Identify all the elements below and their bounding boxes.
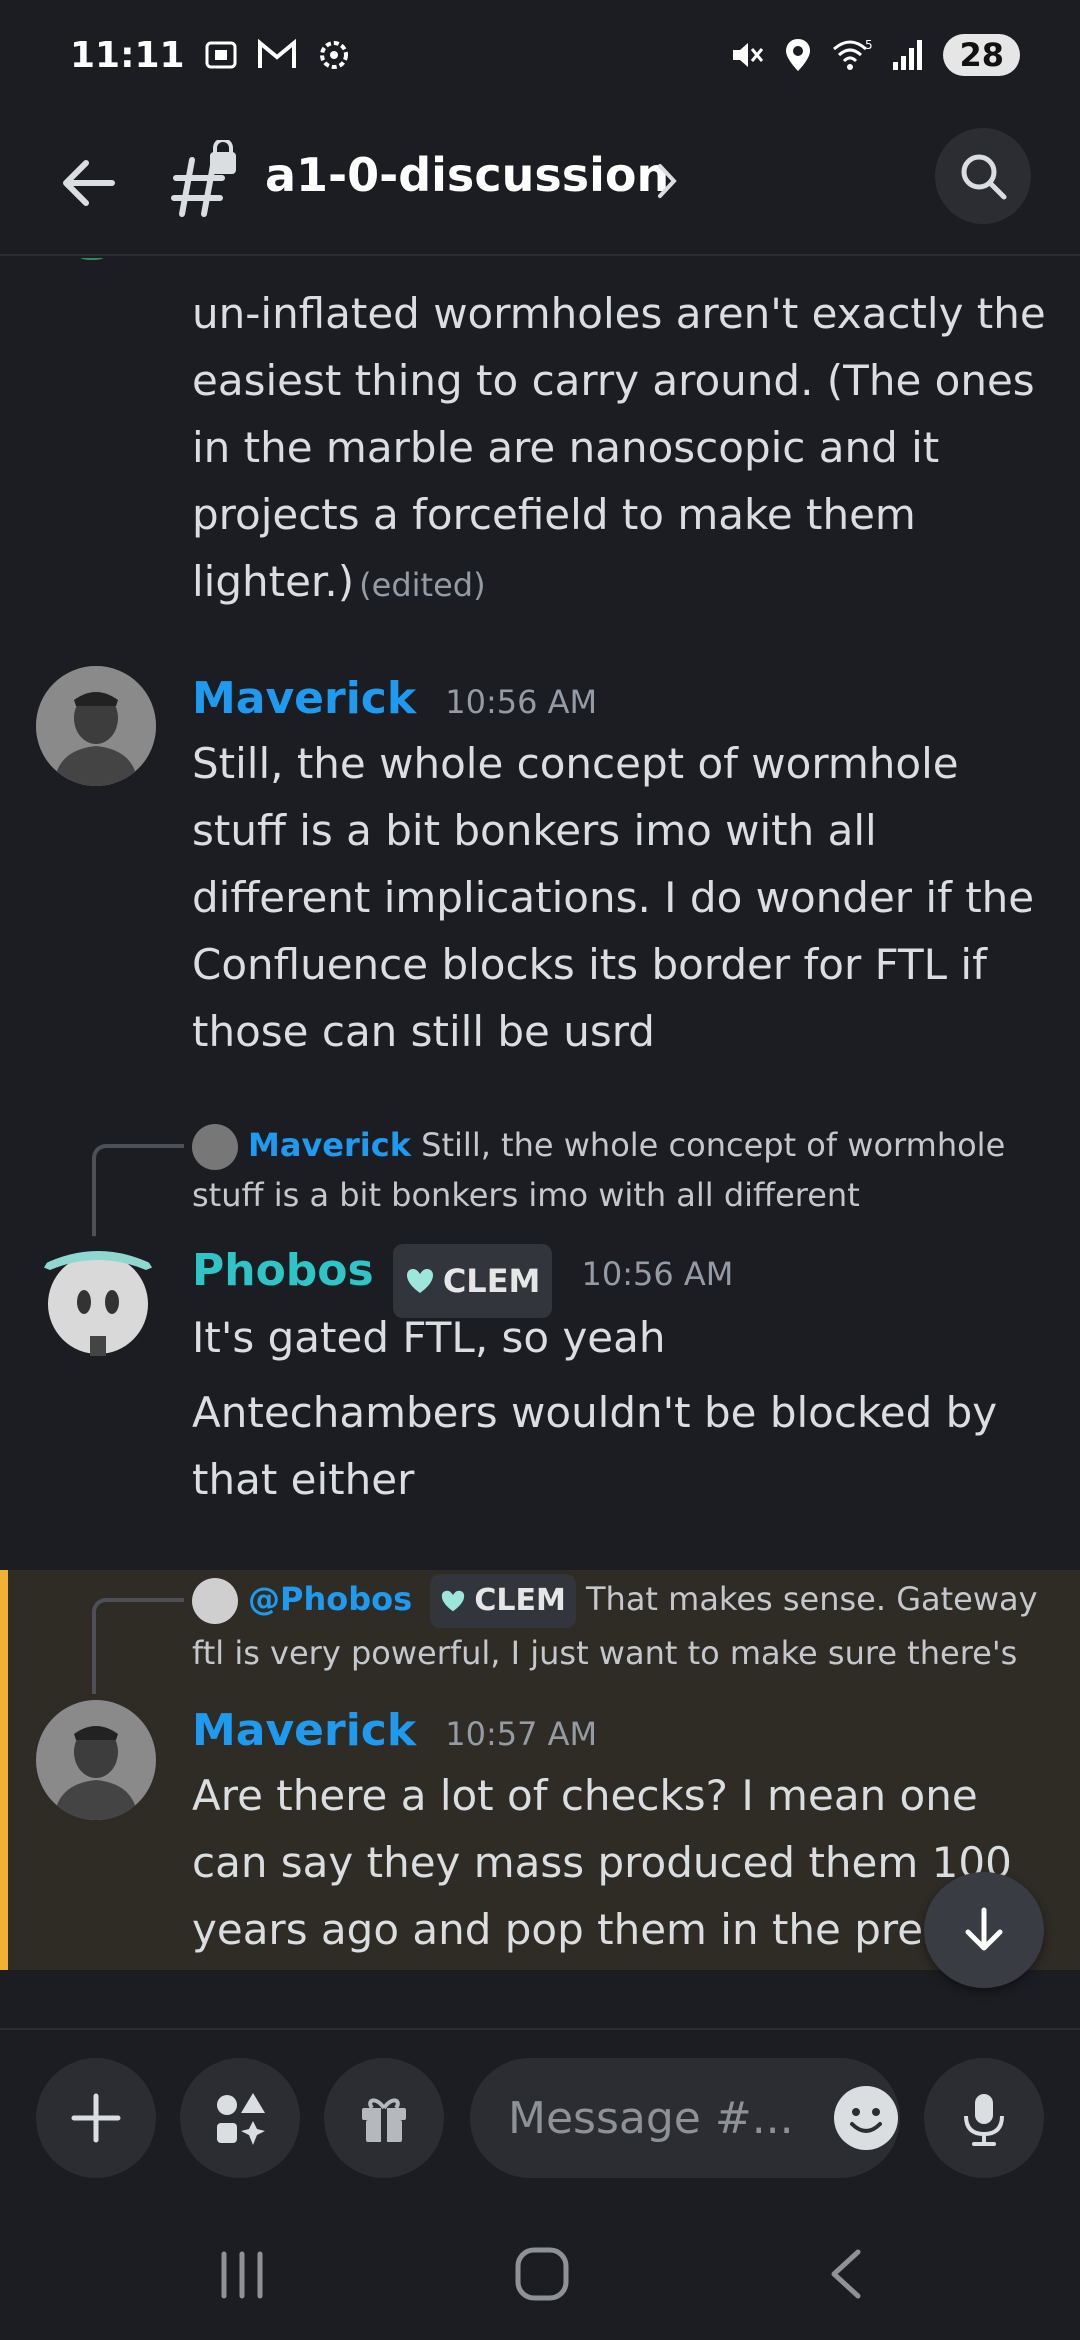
gift-button[interactable] (324, 2058, 444, 2178)
add-attachment-button[interactable] (36, 2058, 156, 2178)
reply-avatar (192, 1124, 238, 1170)
avatar-partial (72, 258, 112, 260)
avatar[interactable] (36, 1700, 156, 1820)
gmail-icon (257, 39, 296, 68)
status-time: 11:11 (70, 34, 185, 76)
system-nav-bar (0, 2208, 1080, 2340)
message-timestamp: 10:56 AM (445, 683, 598, 721)
reply-text-line1: Still, the whole concept of wormhole (421, 1126, 1006, 1164)
reply-author[interactable]: Maverick (248, 1126, 411, 1164)
reply-text-line1: That makes sense. Gateway (585, 1580, 1038, 1618)
plus-icon (71, 2093, 121, 2143)
screenshot-icon (205, 41, 237, 69)
message-timestamp: 10:56 AM (581, 1255, 734, 1293)
reply-avatar (192, 1578, 238, 1624)
edited-label: (edited) (359, 566, 486, 604)
message[interactable]: Maverick 10:56 AM Still, the whole conce… (192, 668, 1052, 1065)
message-text: Are there a lot of checks? I mean one ca… (192, 1771, 1012, 1954)
message-text: Still, the whole concept of wormhole stu… (192, 739, 1035, 1056)
microphone-icon (964, 2094, 1004, 2146)
status-bar: 11:11 5 28 (0, 0, 1080, 110)
home-icon[interactable] (510, 2242, 574, 2306)
composer-bar: Message #... (0, 2028, 1080, 2210)
gift-icon (362, 2098, 406, 2142)
wifi-icon: 5 (833, 38, 873, 70)
avatar[interactable] (36, 1236, 160, 1360)
chevron-right-icon[interactable] (652, 158, 682, 204)
jump-to-present-button[interactable] (924, 1872, 1044, 1988)
message-author[interactable]: Phobos (192, 1245, 374, 1296)
smiley-icon (834, 2086, 898, 2150)
reply-preview[interactable]: Maverick Still, the whole concept of wor… (192, 1120, 1052, 1220)
battery-indicator: 28 (943, 34, 1020, 76)
svg-text:5: 5 (865, 38, 873, 52)
reply-preview[interactable]: @Phobos CLEM That makes sense. Gateway f… (192, 1574, 1052, 1678)
clan-tag[interactable]: CLEM (430, 1574, 576, 1628)
channel-name[interactable]: a1-0-discussion (265, 148, 669, 202)
settings-icon (319, 41, 348, 69)
reply-author[interactable]: @Phobos (248, 1580, 412, 1618)
recent-apps-icon[interactable] (212, 2244, 272, 2304)
heart-icon (442, 1590, 465, 1612)
message-feed[interactable]: un-inflated wormholes aren't exactly the… (0, 258, 1080, 2028)
message-input-placeholder: Message #... (508, 2092, 794, 2144)
arrow-down-icon (965, 1907, 1003, 1951)
reply-text-line2: ftl is very powerful, I just want to mak… (192, 1634, 1018, 1672)
reply-connector (92, 1598, 184, 1694)
search-button[interactable] (935, 128, 1031, 224)
message[interactable]: Maverick 10:57 AM Are there a lot of che… (192, 1700, 1052, 1970)
reply-text-line2: stuff is a bit bonkers imo with all diff… (192, 1176, 860, 1214)
message-author[interactable]: Maverick (192, 673, 416, 724)
avatar[interactable] (36, 666, 156, 786)
channel-header: a1-0-discussion (0, 110, 1080, 256)
apps-button[interactable] (180, 2058, 300, 2178)
signal-icon (893, 40, 923, 70)
message-timestamp: 10:57 AM (445, 1715, 598, 1753)
message-text: It's gated FTL, so yeah (192, 1313, 666, 1362)
back-icon[interactable] (818, 2244, 878, 2304)
locked-channel-hash-icon (171, 140, 236, 217)
mute-icon (733, 43, 764, 67)
reply-connector (92, 1144, 184, 1238)
heart-icon (406, 1268, 433, 1293)
back-arrow-icon[interactable] (54, 148, 124, 218)
message-continuation[interactable]: un-inflated wormholes aren't exactly the… (192, 280, 1052, 615)
apps-icon (217, 2093, 265, 2145)
message-text: Antechambers wouldn't be blocked by that… (192, 1388, 998, 1504)
emoji-button[interactable] (832, 2084, 900, 2152)
voice-message-button[interactable] (924, 2058, 1044, 2178)
message-input[interactable]: Message #... (470, 2058, 900, 2178)
location-icon (786, 39, 811, 71)
message-text: un-inflated wormholes aren't exactly the… (192, 289, 1046, 606)
search-icon (961, 154, 1007, 200)
message[interactable]: Phobos CLEM 10:56 AM It's gated FTL, so … (192, 1238, 1052, 1513)
clan-tag-label: CLEM (474, 1583, 566, 1618)
message-author[interactable]: Maverick (192, 1705, 416, 1756)
